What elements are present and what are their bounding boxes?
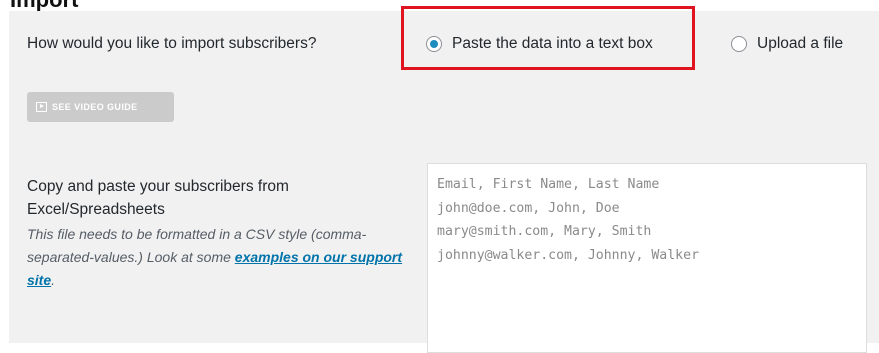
highlight-box (401, 6, 695, 70)
description-suffix: . (51, 272, 56, 288)
upload-file-radio[interactable] (731, 36, 747, 52)
copy-paste-description: This file needs to be formatted in a CSV… (27, 223, 412, 292)
video-guide-label: SEE VIDEO GUIDE (52, 102, 138, 112)
see-video-guide-button[interactable]: SEE VIDEO GUIDE (27, 92, 174, 122)
upload-file-label: Upload a file (757, 35, 844, 52)
upload-file-option[interactable]: Upload a file (731, 35, 843, 53)
copy-paste-title: Copy and paste your subscribers from Exc… (27, 178, 289, 218)
import-method-question: How would you like to import subscribers… (27, 35, 317, 52)
play-icon (36, 102, 47, 112)
subscribers-textarea[interactable]: Email, First Name, Last Name john@doe.co… (427, 163, 867, 353)
